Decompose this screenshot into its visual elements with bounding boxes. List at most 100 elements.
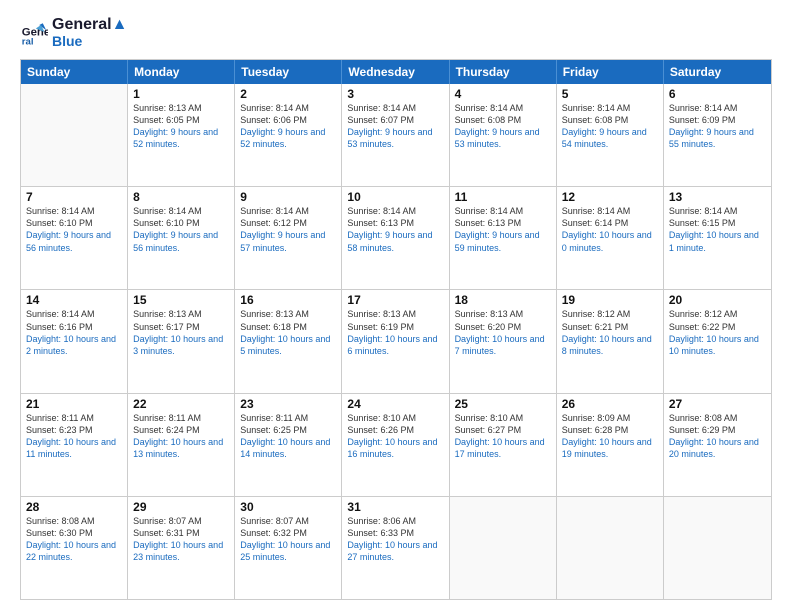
cell-info: Sunrise: 8:08 AMSunset: 6:29 PMDaylight:… xyxy=(669,412,766,461)
day-number: 22 xyxy=(133,397,229,411)
calendar-row-1: 7Sunrise: 8:14 AMSunset: 6:10 PMDaylight… xyxy=(21,186,771,289)
cell-info: Sunrise: 8:10 AMSunset: 6:27 PMDaylight:… xyxy=(455,412,551,461)
day-number: 2 xyxy=(240,87,336,101)
day-number: 20 xyxy=(669,293,766,307)
cell-info: Sunrise: 8:10 AMSunset: 6:26 PMDaylight:… xyxy=(347,412,443,461)
cell-info: Sunrise: 8:14 AMSunset: 6:09 PMDaylight:… xyxy=(669,102,766,151)
logo: Gene ral General▲ Blue xyxy=(20,16,127,49)
calendar-cell: 29Sunrise: 8:07 AMSunset: 6:31 PMDayligh… xyxy=(128,497,235,599)
cell-info: Sunrise: 8:14 AMSunset: 6:07 PMDaylight:… xyxy=(347,102,443,151)
day-number: 14 xyxy=(26,293,122,307)
day-number: 10 xyxy=(347,190,443,204)
day-number: 18 xyxy=(455,293,551,307)
cell-info: Sunrise: 8:08 AMSunset: 6:30 PMDaylight:… xyxy=(26,515,122,564)
calendar-cell: 22Sunrise: 8:11 AMSunset: 6:24 PMDayligh… xyxy=(128,394,235,496)
day-number: 27 xyxy=(669,397,766,411)
day-number: 25 xyxy=(455,397,551,411)
calendar-body: 1Sunrise: 8:13 AMSunset: 6:05 PMDaylight… xyxy=(21,84,771,599)
calendar-cell: 24Sunrise: 8:10 AMSunset: 6:26 PMDayligh… xyxy=(342,394,449,496)
cell-info: Sunrise: 8:14 AMSunset: 6:13 PMDaylight:… xyxy=(347,205,443,254)
cell-info: Sunrise: 8:13 AMSunset: 6:19 PMDaylight:… xyxy=(347,308,443,357)
cell-info: Sunrise: 8:14 AMSunset: 6:06 PMDaylight:… xyxy=(240,102,336,151)
day-number: 4 xyxy=(455,87,551,101)
cell-info: Sunrise: 8:11 AMSunset: 6:23 PMDaylight:… xyxy=(26,412,122,461)
weekday-header-saturday: Saturday xyxy=(664,60,771,84)
calendar-row-4: 28Sunrise: 8:08 AMSunset: 6:30 PMDayligh… xyxy=(21,496,771,599)
day-number: 29 xyxy=(133,500,229,514)
cell-info: Sunrise: 8:11 AMSunset: 6:25 PMDaylight:… xyxy=(240,412,336,461)
day-number: 17 xyxy=(347,293,443,307)
cell-info: Sunrise: 8:07 AMSunset: 6:31 PMDaylight:… xyxy=(133,515,229,564)
calendar-cell: 16Sunrise: 8:13 AMSunset: 6:18 PMDayligh… xyxy=(235,290,342,392)
calendar-cell: 9Sunrise: 8:14 AMSunset: 6:12 PMDaylight… xyxy=(235,187,342,289)
calendar-cell: 19Sunrise: 8:12 AMSunset: 6:21 PMDayligh… xyxy=(557,290,664,392)
cell-info: Sunrise: 8:07 AMSunset: 6:32 PMDaylight:… xyxy=(240,515,336,564)
day-number: 6 xyxy=(669,87,766,101)
svg-text:ral: ral xyxy=(22,37,34,47)
cell-info: Sunrise: 8:14 AMSunset: 6:10 PMDaylight:… xyxy=(133,205,229,254)
page: Gene ral General▲ Blue SundayMondayTuesd… xyxy=(0,0,792,612)
calendar-cell: 2Sunrise: 8:14 AMSunset: 6:06 PMDaylight… xyxy=(235,84,342,186)
calendar-cell: 28Sunrise: 8:08 AMSunset: 6:30 PMDayligh… xyxy=(21,497,128,599)
cell-info: Sunrise: 8:14 AMSunset: 6:16 PMDaylight:… xyxy=(26,308,122,357)
cell-info: Sunrise: 8:09 AMSunset: 6:28 PMDaylight:… xyxy=(562,412,658,461)
cell-info: Sunrise: 8:13 AMSunset: 6:17 PMDaylight:… xyxy=(133,308,229,357)
calendar-cell: 18Sunrise: 8:13 AMSunset: 6:20 PMDayligh… xyxy=(450,290,557,392)
calendar-cell xyxy=(557,497,664,599)
day-number: 11 xyxy=(455,190,551,204)
calendar-cell: 23Sunrise: 8:11 AMSunset: 6:25 PMDayligh… xyxy=(235,394,342,496)
header: Gene ral General▲ Blue xyxy=(20,16,772,49)
weekday-header-wednesday: Wednesday xyxy=(342,60,449,84)
day-number: 23 xyxy=(240,397,336,411)
logo-icon: Gene ral xyxy=(20,18,48,46)
day-number: 16 xyxy=(240,293,336,307)
cell-info: Sunrise: 8:12 AMSunset: 6:21 PMDaylight:… xyxy=(562,308,658,357)
calendar-row-3: 21Sunrise: 8:11 AMSunset: 6:23 PMDayligh… xyxy=(21,393,771,496)
cell-info: Sunrise: 8:14 AMSunset: 6:10 PMDaylight:… xyxy=(26,205,122,254)
calendar-cell: 10Sunrise: 8:14 AMSunset: 6:13 PMDayligh… xyxy=(342,187,449,289)
day-number: 19 xyxy=(562,293,658,307)
day-number: 8 xyxy=(133,190,229,204)
day-number: 5 xyxy=(562,87,658,101)
day-number: 3 xyxy=(347,87,443,101)
calendar-cell: 13Sunrise: 8:14 AMSunset: 6:15 PMDayligh… xyxy=(664,187,771,289)
day-number: 12 xyxy=(562,190,658,204)
cell-info: Sunrise: 8:06 AMSunset: 6:33 PMDaylight:… xyxy=(347,515,443,564)
calendar: SundayMondayTuesdayWednesdayThursdayFrid… xyxy=(20,59,772,600)
calendar-cell: 4Sunrise: 8:14 AMSunset: 6:08 PMDaylight… xyxy=(450,84,557,186)
calendar-row-0: 1Sunrise: 8:13 AMSunset: 6:05 PMDaylight… xyxy=(21,84,771,186)
calendar-cell: 7Sunrise: 8:14 AMSunset: 6:10 PMDaylight… xyxy=(21,187,128,289)
calendar-cell: 8Sunrise: 8:14 AMSunset: 6:10 PMDaylight… xyxy=(128,187,235,289)
calendar-cell: 14Sunrise: 8:14 AMSunset: 6:16 PMDayligh… xyxy=(21,290,128,392)
day-number: 30 xyxy=(240,500,336,514)
day-number: 7 xyxy=(26,190,122,204)
weekday-header-thursday: Thursday xyxy=(450,60,557,84)
calendar-cell xyxy=(664,497,771,599)
cell-info: Sunrise: 8:14 AMSunset: 6:12 PMDaylight:… xyxy=(240,205,336,254)
cell-info: Sunrise: 8:14 AMSunset: 6:14 PMDaylight:… xyxy=(562,205,658,254)
cell-info: Sunrise: 8:13 AMSunset: 6:20 PMDaylight:… xyxy=(455,308,551,357)
cell-info: Sunrise: 8:14 AMSunset: 6:13 PMDaylight:… xyxy=(455,205,551,254)
day-number: 26 xyxy=(562,397,658,411)
cell-info: Sunrise: 8:12 AMSunset: 6:22 PMDaylight:… xyxy=(669,308,766,357)
calendar-cell: 30Sunrise: 8:07 AMSunset: 6:32 PMDayligh… xyxy=(235,497,342,599)
weekday-header-tuesday: Tuesday xyxy=(235,60,342,84)
weekday-header-monday: Monday xyxy=(128,60,235,84)
calendar-row-2: 14Sunrise: 8:14 AMSunset: 6:16 PMDayligh… xyxy=(21,289,771,392)
cell-info: Sunrise: 8:13 AMSunset: 6:05 PMDaylight:… xyxy=(133,102,229,151)
day-number: 24 xyxy=(347,397,443,411)
cell-info: Sunrise: 8:13 AMSunset: 6:18 PMDaylight:… xyxy=(240,308,336,357)
logo-line1: General▲ xyxy=(52,16,127,34)
calendar-cell: 12Sunrise: 8:14 AMSunset: 6:14 PMDayligh… xyxy=(557,187,664,289)
calendar-cell: 25Sunrise: 8:10 AMSunset: 6:27 PMDayligh… xyxy=(450,394,557,496)
logo-text-block: General▲ Blue xyxy=(52,16,127,49)
calendar-cell: 11Sunrise: 8:14 AMSunset: 6:13 PMDayligh… xyxy=(450,187,557,289)
weekday-header-sunday: Sunday xyxy=(21,60,128,84)
day-number: 9 xyxy=(240,190,336,204)
calendar-cell: 3Sunrise: 8:14 AMSunset: 6:07 PMDaylight… xyxy=(342,84,449,186)
cell-info: Sunrise: 8:14 AMSunset: 6:08 PMDaylight:… xyxy=(562,102,658,151)
calendar-cell xyxy=(450,497,557,599)
calendar-cell: 20Sunrise: 8:12 AMSunset: 6:22 PMDayligh… xyxy=(664,290,771,392)
calendar-cell: 1Sunrise: 8:13 AMSunset: 6:05 PMDaylight… xyxy=(128,84,235,186)
calendar-cell: 17Sunrise: 8:13 AMSunset: 6:19 PMDayligh… xyxy=(342,290,449,392)
